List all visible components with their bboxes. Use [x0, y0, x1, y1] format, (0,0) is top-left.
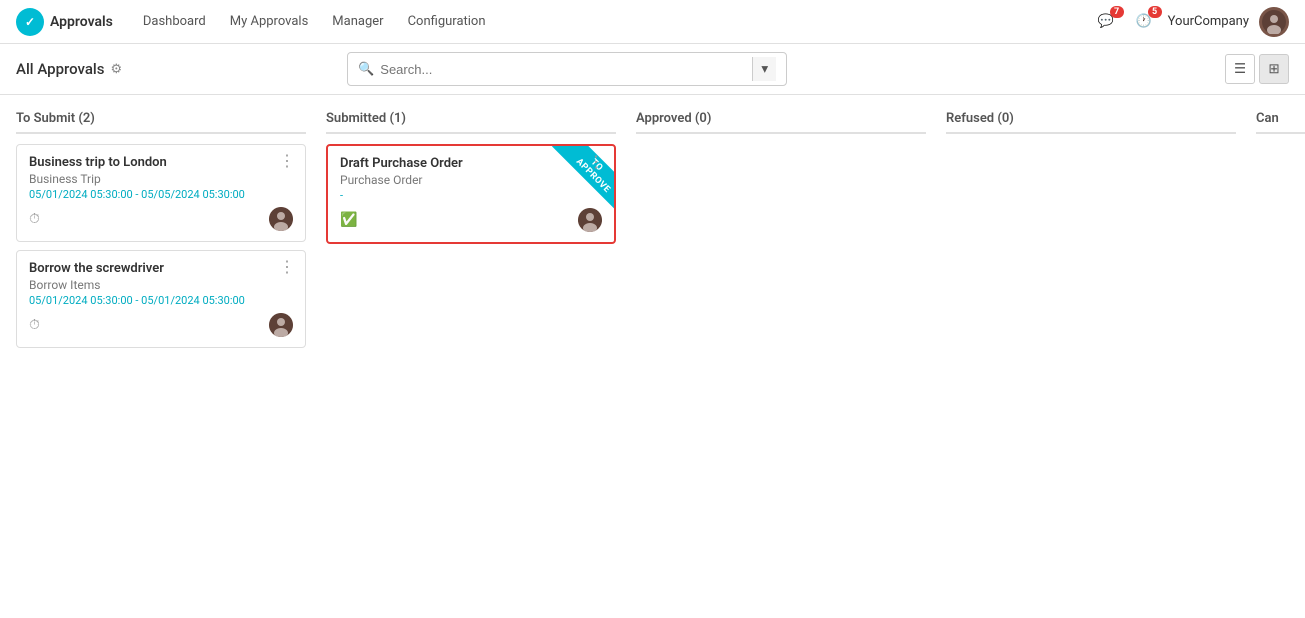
- page-title: All Approvals ⚙: [16, 60, 122, 78]
- card-title: Business trip to London: [29, 155, 293, 170]
- search-icon: 🔍: [358, 62, 374, 77]
- card-menu-button[interactable]: ⋮: [279, 153, 295, 169]
- subheader: All Approvals ⚙ 🔍 ▾ ☰ ⊞: [0, 44, 1305, 95]
- card-footer: ⏱: [29, 313, 293, 337]
- nav-manager[interactable]: Manager: [322, 10, 393, 33]
- kanban-card[interactable]: ⋮Borrow the screwdriver Borrow Items 05/01…: [16, 250, 306, 348]
- card-menu-button[interactable]: ⋮: [279, 259, 295, 275]
- column-header-0: To Submit (2): [16, 111, 306, 134]
- page-title-text: All Approvals: [16, 60, 104, 78]
- nav-configuration[interactable]: Configuration: [398, 10, 496, 33]
- view-toggles: ☰ ⊞: [1225, 54, 1289, 84]
- card-title: Borrow the screwdriver: [29, 261, 293, 276]
- activities-button[interactable]: 🕐 5: [1130, 8, 1158, 36]
- brand[interactable]: ✓ Approvals: [16, 8, 113, 36]
- kanban-column-1: Submitted (1) TO APPROVE⋮Draft Purchase O…: [326, 111, 616, 602]
- brand-name: Approvals: [50, 14, 113, 30]
- column-header-3: Refused (0): [946, 111, 1236, 134]
- card-menu-button[interactable]: ⋮: [588, 154, 604, 170]
- kanban-column-2: Approved (0): [636, 111, 926, 602]
- column-header-1: Submitted (1): [326, 111, 616, 134]
- search-dropdown-button[interactable]: ▾: [752, 57, 776, 81]
- company-name: YourCompany: [1168, 14, 1249, 29]
- card-subtitle: Business Trip: [29, 172, 293, 186]
- activities-badge: 5: [1148, 6, 1162, 18]
- card-avatar: [578, 208, 602, 232]
- card-date: 05/01/2024 05:30:00 - 05/01/2024 05:30:0…: [29, 294, 293, 307]
- kanban-column-0: To Submit (2)⋮Business trip to LondonBus…: [16, 111, 306, 602]
- card-footer: ✅: [340, 208, 602, 232]
- kanban-board: To Submit (2)⋮Business trip to LondonBus…: [0, 95, 1305, 618]
- messages-badge: 7: [1110, 6, 1124, 18]
- kanban-column-3: Refused (0): [946, 111, 1236, 602]
- card-date: -: [340, 189, 602, 202]
- kanban-view-button[interactable]: ⊞: [1259, 54, 1289, 84]
- search-input[interactable]: [380, 62, 748, 77]
- card-title: Draft Purchase Order: [340, 156, 602, 171]
- list-view-button[interactable]: ☰: [1225, 54, 1255, 84]
- card-date: 05/01/2024 05:30:00 - 05/05/2024 05:30:0…: [29, 188, 293, 201]
- nav-right: 💬 7 🕐 5 YourCompany: [1092, 7, 1289, 37]
- kanban-card[interactable]: ⋮Business trip to London Business Trip 05/…: [16, 144, 306, 242]
- card-subtitle: Borrow Items: [29, 278, 293, 292]
- search-bar[interactable]: 🔍 ▾: [347, 52, 787, 86]
- nav-links: Dashboard My Approvals Manager Configura…: [133, 10, 1092, 33]
- kanban-card[interactable]: TO APPROVE⋮Draft Purchase OrderPurchase …: [326, 144, 616, 244]
- nav-my-approvals[interactable]: My Approvals: [220, 10, 319, 33]
- check-icon: ✅: [340, 212, 357, 228]
- card-footer: ⏱: [29, 207, 293, 231]
- brand-icon: ✓: [16, 8, 44, 36]
- card-avatar: [269, 207, 293, 231]
- column-header-4: Can: [1256, 111, 1305, 134]
- messages-button[interactable]: 💬 7: [1092, 8, 1120, 36]
- column-header-2: Approved (0): [636, 111, 926, 134]
- settings-icon[interactable]: ⚙: [110, 62, 122, 77]
- top-navigation: ✓ Approvals Dashboard My Approvals Manag…: [0, 0, 1305, 44]
- nav-dashboard[interactable]: Dashboard: [133, 10, 216, 33]
- clock-icon: ⏱: [29, 211, 40, 227]
- card-subtitle: Purchase Order: [340, 173, 602, 187]
- clock-icon: ⏱: [29, 317, 40, 333]
- user-avatar[interactable]: [1259, 7, 1289, 37]
- card-avatar: [269, 313, 293, 337]
- kanban-column-4: Can: [1256, 111, 1305, 602]
